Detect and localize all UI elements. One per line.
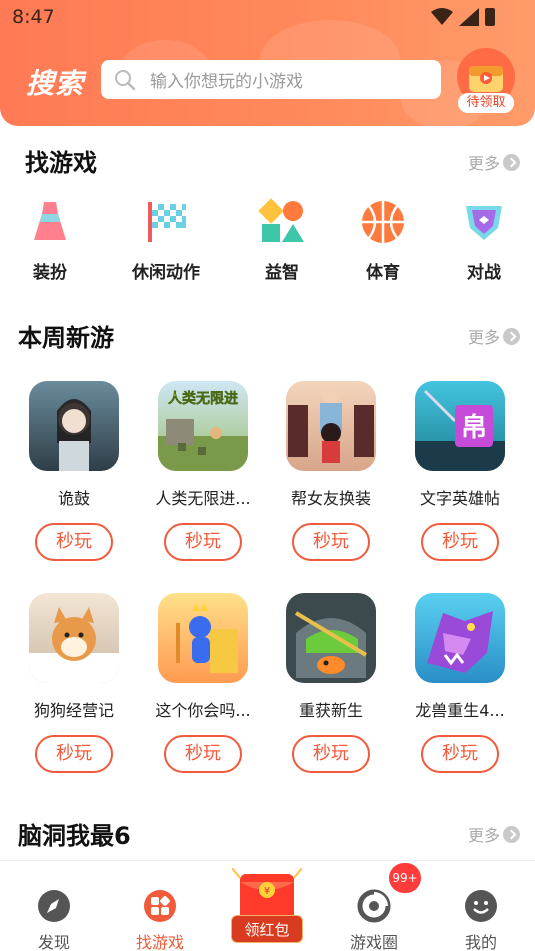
checkered-flag-icon xyxy=(148,202,186,242)
game-icon: 人类无限进 xyxy=(158,381,248,471)
brain-hole-more[interactable]: 更多 xyxy=(468,822,520,846)
dress-up-couple-icon xyxy=(288,386,374,463)
status-time: 8:47 xyxy=(12,6,55,28)
game-card[interactable]: 诡鼓 秒玩 xyxy=(19,381,129,561)
more-label: 更多 xyxy=(467,154,500,173)
svg-text:¥: ¥ xyxy=(264,886,270,897)
battery-icon xyxy=(485,8,495,26)
chevron-right-icon xyxy=(503,153,520,171)
signal-icon xyxy=(459,8,479,26)
notification-badge: 99+ xyxy=(389,863,421,893)
bottom-nav: 发现 找游戏 ¥ 领红包 游戏圈 我的 xyxy=(0,860,535,951)
search-input[interactable]: 输入你想玩的小游戏 xyxy=(101,60,441,99)
profile-icon xyxy=(465,890,497,922)
brain-hole-title: 脑洞我最6 xyxy=(18,822,131,850)
game-icon xyxy=(415,593,505,683)
new-games-title: 本周新游 xyxy=(18,324,114,352)
game-card[interactable]: 人类无限进 人类无限进... 秒玩 xyxy=(148,381,258,561)
play-button[interactable]: 秒玩 xyxy=(35,735,113,773)
category-label: 益智 xyxy=(265,263,299,283)
play-button[interactable]: 秒玩 xyxy=(35,523,113,561)
game-name: 帮女友换装 xyxy=(290,489,371,508)
basketball-icon xyxy=(362,201,404,243)
nav-discover[interactable]: 发现 xyxy=(9,889,99,951)
game-card[interactable]: 这个你会吗... 秒玩 xyxy=(148,593,258,773)
game-name: 人类无限进... xyxy=(155,489,251,508)
category-casual-action[interactable]: 休闲动作 xyxy=(121,198,211,283)
find-games-more[interactable]: 更多 xyxy=(468,150,520,174)
game-icon xyxy=(29,593,119,683)
red-packet-label[interactable]: 领红包 xyxy=(231,915,303,943)
game-name: 狗狗经营记 xyxy=(33,701,114,720)
category-puzzle[interactable]: 益智 xyxy=(237,198,327,283)
reward-badge[interactable]: 待领取 xyxy=(458,93,514,113)
find-games-title: 找游戏 xyxy=(25,149,97,177)
nav-label: 找游戏 xyxy=(135,933,184,951)
category-label: 对战 xyxy=(467,263,501,283)
fish-rescue-icon xyxy=(294,611,368,678)
play-button[interactable]: 秒玩 xyxy=(164,523,242,561)
play-button[interactable]: 秒玩 xyxy=(164,735,242,773)
game-card[interactable]: 帮女友换装 秒玩 xyxy=(276,381,386,561)
game-icon xyxy=(286,593,376,683)
blue-man-throne-icon xyxy=(176,603,238,673)
ghost-girl-icon xyxy=(57,399,91,471)
game-icon xyxy=(29,381,119,471)
category-label: 休闲动作 xyxy=(132,263,200,283)
category-sports[interactable]: 体育 xyxy=(338,198,428,283)
game-card[interactable]: 狗狗经营记 秒玩 xyxy=(19,593,129,773)
nav-label: 发现 xyxy=(37,933,70,951)
play-button[interactable]: 秒玩 xyxy=(421,523,499,561)
game-icon xyxy=(286,381,376,471)
nav-label: 游戏圈 xyxy=(349,933,398,951)
nav-profile[interactable]: 我的 xyxy=(436,889,526,951)
play-button[interactable]: 秒玩 xyxy=(292,735,370,773)
game-icon: 帛 xyxy=(415,381,505,471)
game-card[interactable]: 帛 文字英雄帖 秒玩 xyxy=(405,381,515,561)
game-card[interactable]: 龙兽重生4... 秒玩 xyxy=(405,593,515,773)
battle-scene-icon: 人类无限进 xyxy=(158,390,248,471)
robot-dragon-icon xyxy=(427,611,493,673)
search-placeholder: 输入你想玩的小游戏 xyxy=(150,72,303,92)
game-name: 文字英雄帖 xyxy=(419,489,500,508)
game-icon-text: 人类无限进 xyxy=(168,390,238,407)
game-icon-text: 帛 xyxy=(461,412,487,443)
new-games-more[interactable]: 更多 xyxy=(468,324,520,348)
more-label: 更多 xyxy=(467,328,500,347)
header: 8:47 搜索 输入你想玩的小游戏 待领取 xyxy=(0,0,535,126)
shapes-icon xyxy=(258,198,304,242)
category-dress-up[interactable]: 装扮 xyxy=(5,198,95,283)
game-name: 重获新生 xyxy=(298,701,363,720)
game-card[interactable]: 重获新生 秒玩 xyxy=(276,593,386,773)
game-name: 诡鼓 xyxy=(57,489,90,508)
games-grid-icon xyxy=(144,890,176,922)
search-title: 搜索 xyxy=(26,67,85,100)
search-icon xyxy=(115,69,136,90)
game-icon xyxy=(158,593,248,683)
wifi-icon xyxy=(431,8,453,25)
status-icons xyxy=(431,8,495,26)
chevron-right-icon xyxy=(503,825,520,843)
category-battle[interactable]: 对战 xyxy=(439,198,529,283)
game-name: 这个你会吗... xyxy=(155,701,251,720)
compass-icon xyxy=(38,890,70,922)
more-label: 更多 xyxy=(467,826,500,845)
circle-icon xyxy=(357,889,391,923)
nav-find-games[interactable]: 找游戏 xyxy=(115,889,205,951)
shield-icon xyxy=(466,206,502,240)
nav-game-circle[interactable]: 游戏圈 xyxy=(329,889,419,951)
chevron-right-icon xyxy=(503,327,520,345)
shiba-dog-icon xyxy=(29,607,119,683)
play-button[interactable]: 秒玩 xyxy=(292,523,370,561)
word-hero-icon: 帛 xyxy=(415,389,505,471)
nav-label: 我的 xyxy=(464,933,497,951)
category-label: 装扮 xyxy=(33,263,67,283)
game-name: 龙兽重生4... xyxy=(415,701,505,720)
status-bar: 8:47 xyxy=(0,0,535,36)
category-label: 体育 xyxy=(366,263,400,283)
screen: 8:47 搜索 输入你想玩的小游戏 待领取 找游戏 更多 装扮 休闲动作 益智 … xyxy=(0,0,535,951)
dress-icon xyxy=(34,202,66,240)
play-button[interactable]: 秒玩 xyxy=(421,735,499,773)
